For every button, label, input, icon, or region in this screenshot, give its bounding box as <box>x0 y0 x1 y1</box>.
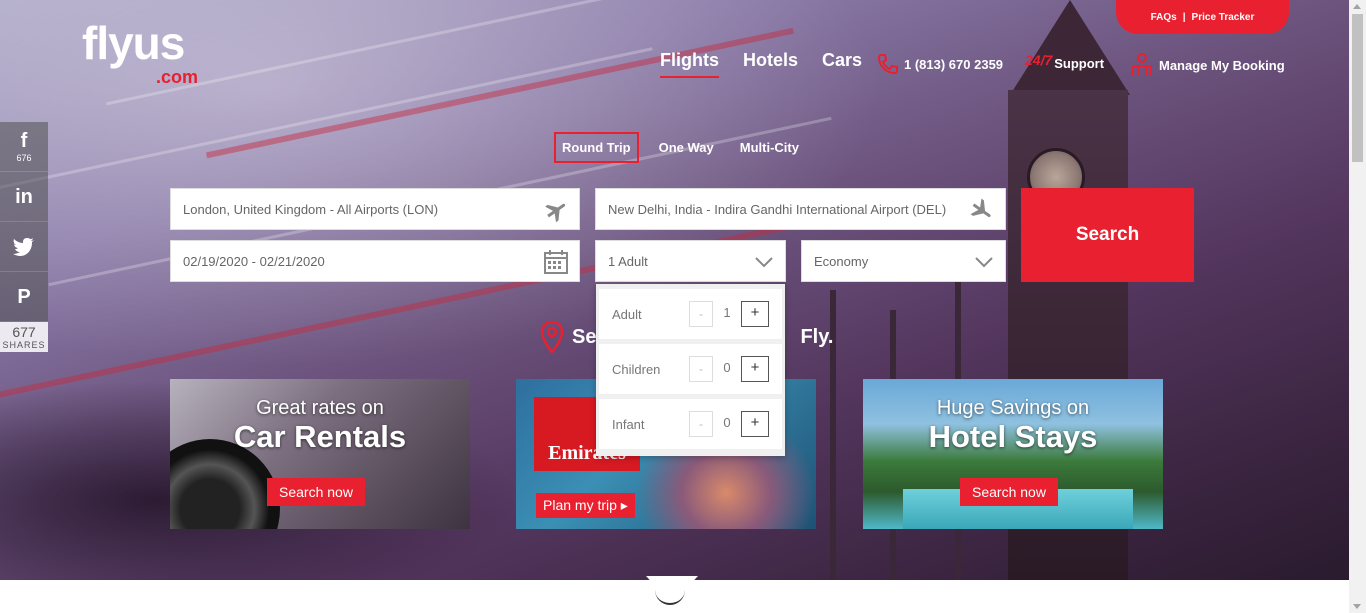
car-rental-ad[interactable]: Great rates on Car Rentals Search now <box>170 379 470 529</box>
ad-headline-large: Hotel Stays <box>928 419 1098 454</box>
manage-booking-label: Manage My Booking <box>1159 57 1285 73</box>
tagline-right: Fly. <box>800 325 834 348</box>
nav-cars[interactable]: Cars <box>822 50 862 78</box>
linkedin-share-button[interactable]: in <box>0 172 48 222</box>
facebook-share-button[interactable]: f 676 <box>0 122 48 172</box>
pinterest-icon: P <box>17 285 31 308</box>
support-label: Support <box>1054 56 1105 71</box>
ad-headline: Huge Savings on <box>936 397 1090 419</box>
manage-booking-link[interactable]: Manage My Booking <box>1129 52 1285 78</box>
passenger-label: Children <box>612 361 661 377</box>
infant-decrement-button[interactable]: - <box>689 411 713 437</box>
passenger-label: Infant <box>612 416 645 432</box>
twitter-icon <box>13 237 34 256</box>
ad-headline: Great rates on <box>256 397 384 419</box>
plane-takeoff-icon <box>545 203 566 223</box>
total-shares-label: SHARES <box>2 340 46 350</box>
twitter-share-button[interactable] <box>0 222 48 272</box>
linkedin-icon: in <box>15 185 33 208</box>
support-24-7-icon: 24/7 <box>1025 51 1053 68</box>
destination-value: New Delhi, India - Indira Gandhi Interna… <box>608 201 947 217</box>
tagline-left: Se <box>572 325 597 348</box>
pinterest-share-button[interactable]: P <box>0 272 48 322</box>
phone-icon <box>877 54 898 75</box>
facebook-icon: f <box>20 129 28 152</box>
logo-suffix: .com <box>156 67 199 87</box>
passenger-row-adult: Adult - 1 + <box>599 289 782 339</box>
support-link[interactable]: 24/7 Support <box>1025 48 1105 72</box>
faqs-link[interactable]: FAQs <box>1151 12 1177 23</box>
total-shares: 677 SHARES <box>0 322 48 352</box>
ad-headline-large: Car Rentals <box>233 419 407 454</box>
facebook-count: 676 <box>16 152 32 163</box>
children-increment-button[interactable]: + <box>741 356 769 382</box>
scroll-down-arrow-icon[interactable] <box>1353 604 1361 609</box>
origin-value: London, United Kingdom - All Airports (L… <box>183 201 439 217</box>
nav-flights[interactable]: Flights <box>660 50 719 78</box>
person-icon <box>1132 53 1152 76</box>
hotel-search-now-button[interactable]: Search now <box>960 478 1058 506</box>
logo-text: flyus <box>82 17 185 69</box>
hotel-ad[interactable]: Huge Savings on Hotel Stays Search now <box>863 379 1163 529</box>
dates-value: 02/19/2020 - 02/21/2020 <box>183 253 325 269</box>
travellers-select[interactable]: 1 Adult <box>595 240 786 282</box>
scrollbar-thumb[interactable] <box>1352 14 1363 162</box>
page-scrollbar[interactable] <box>1349 0 1366 613</box>
trip-type-one-way[interactable]: One Way <box>653 134 720 161</box>
passenger-row-children: Children - 0 + <box>599 344 782 394</box>
search-button[interactable]: Search <box>1021 188 1194 282</box>
phone-number: 1 (813) 670 2359 <box>904 56 1004 72</box>
car-search-now-button[interactable]: Search now <box>267 478 365 506</box>
total-shares-count: 677 <box>12 324 36 340</box>
main-nav: Flights Hotels Cars <box>660 50 862 78</box>
trip-type-selector: Round Trip One Way Multi-City <box>554 132 805 163</box>
destination-input[interactable]: New Delhi, India - Indira Gandhi Interna… <box>595 188 1006 230</box>
top-links-pill: FAQs | Price Tracker <box>1116 0 1289 34</box>
passenger-row-infant: Infant - 0 + <box>599 399 782 449</box>
plane-landing-icon <box>970 198 991 218</box>
motion-streak <box>106 0 694 106</box>
top-links-separator: | <box>1182 12 1186 23</box>
plan-my-trip-button[interactable]: Plan my trip ▸ <box>536 493 635 518</box>
chevron-down-icon <box>755 257 773 268</box>
price-tracker-link[interactable]: Price Tracker <box>1192 12 1255 23</box>
adult-increment-button[interactable]: + <box>741 301 769 327</box>
nav-hotels[interactable]: Hotels <box>743 50 798 78</box>
location-pin-icon <box>540 320 564 354</box>
infant-count: 0 <box>723 415 731 430</box>
motion-streak <box>0 47 653 196</box>
cabin-select[interactable]: Economy <box>801 240 1006 282</box>
children-decrement-button[interactable]: - <box>689 356 713 382</box>
adult-count: 1 <box>723 305 731 320</box>
passenger-dropdown: Adult - 1 + Children - 0 + Infant - 0 + <box>596 284 785 456</box>
adult-decrement-button[interactable]: - <box>689 301 713 327</box>
passenger-label: Adult <box>612 306 642 322</box>
cabin-value: Economy <box>814 253 869 269</box>
origin-input[interactable]: London, United Kingdom - All Airports (L… <box>170 188 580 230</box>
social-share-bar: f 676 in P 677 SHARES <box>0 122 48 352</box>
chevron-down-icon <box>975 257 993 268</box>
travellers-value: 1 Adult <box>608 253 648 269</box>
logo[interactable]: flyus .com <box>82 17 198 86</box>
infant-increment-button[interactable]: + <box>741 411 769 437</box>
trip-type-round-trip[interactable]: Round Trip <box>554 132 639 163</box>
children-count: 0 <box>723 360 731 375</box>
phone-link[interactable]: 1 (813) 670 2359 <box>876 52 1003 76</box>
trip-type-multi-city[interactable]: Multi-City <box>734 134 805 161</box>
calendar-icon <box>544 250 568 274</box>
scroll-up-arrow-icon[interactable] <box>1353 4 1361 9</box>
dates-input[interactable]: 02/19/2020 - 02/21/2020 <box>170 240 580 282</box>
